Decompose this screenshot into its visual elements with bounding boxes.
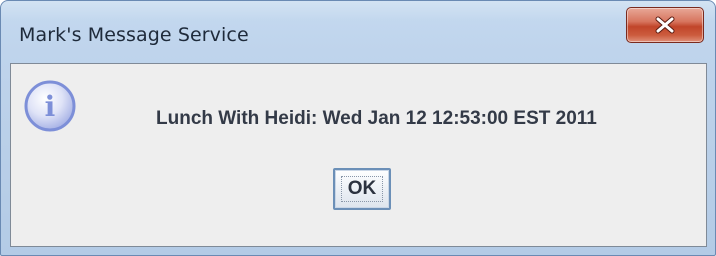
message-text: Lunch With Heidi: Wed Jan 12 12:53:00 ES…	[156, 108, 597, 129]
ok-button[interactable]: OK	[333, 168, 391, 210]
info-icon-glyph: i	[45, 90, 56, 123]
ok-button-label: OK	[347, 178, 377, 199]
close-icon	[655, 16, 675, 34]
title-bar[interactable]: Mark's Message Service	[1, 1, 715, 63]
close-button[interactable]	[626, 7, 704, 43]
dialog-content: i Lunch With Heidi: Wed Jan 12 12:53:00 …	[10, 63, 707, 247]
window-title: Mark's Message Service	[19, 24, 249, 46]
info-icon: i	[24, 80, 76, 132]
dialog-window: Mark's Message Service i Lunch With Heid…	[0, 0, 716, 256]
